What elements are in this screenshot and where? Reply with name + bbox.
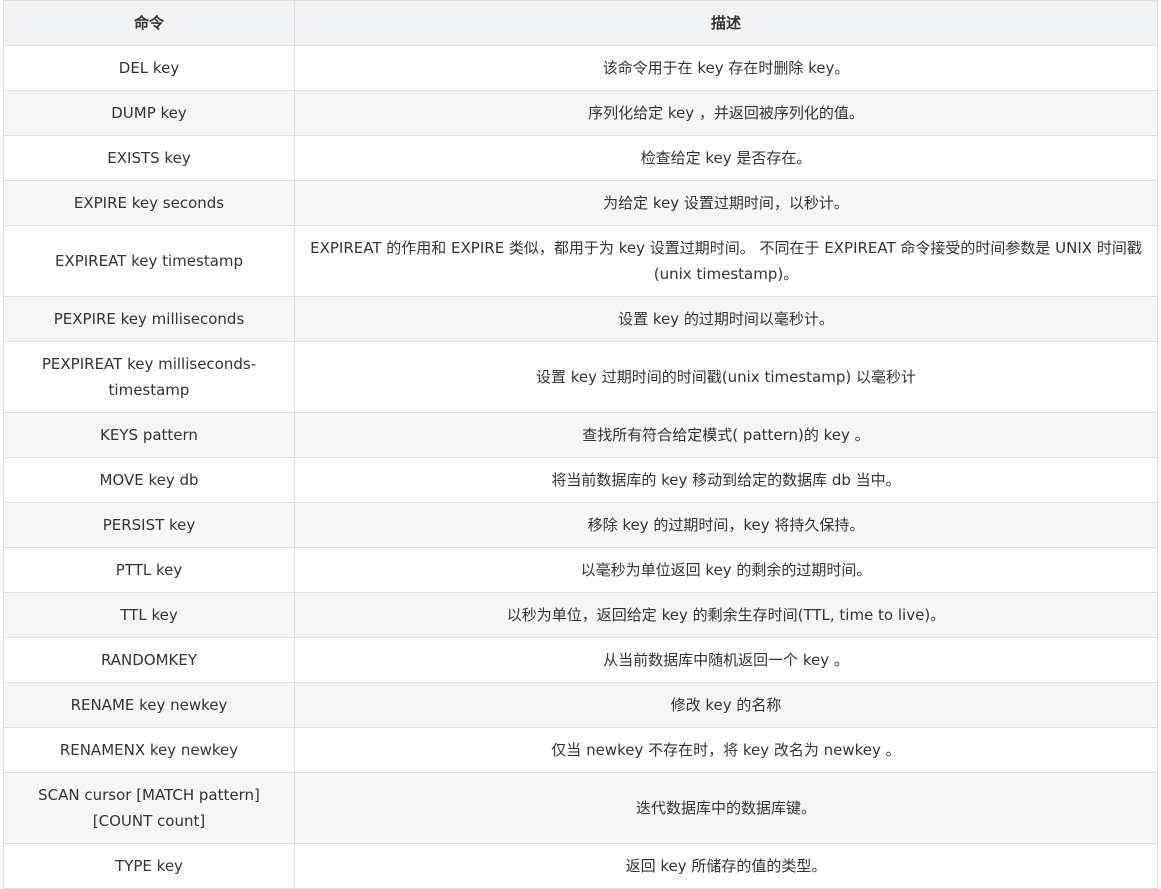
command-cell: PERSIST key	[3, 502, 295, 548]
command-cell: EXPIREAT key timestamp	[3, 225, 295, 297]
description-cell: 将当前数据库的 key 移动到给定的数据库 db 当中。	[294, 457, 1158, 503]
table-row: KEYS pattern 查找所有符合给定模式( pattern)的 key 。	[3, 412, 1158, 458]
description-cell: 序列化给定 key ，并返回被序列化的值。	[294, 90, 1158, 136]
command-cell: PEXPIRE key milliseconds	[3, 296, 295, 342]
table-row: PTTL key 以毫秒为单位返回 key 的剩余的过期时间。	[3, 547, 1158, 593]
command-cell: PEXPIREAT key milliseconds-timestamp	[3, 341, 295, 413]
table-row: DEL key 该命令用于在 key 存在时删除 key。	[3, 45, 1158, 91]
table-row: EXPIRE key seconds 为给定 key 设置过期时间，以秒计。	[3, 180, 1158, 226]
command-cell: DEL key	[3, 45, 295, 91]
description-cell: 为给定 key 设置过期时间，以秒计。	[294, 180, 1158, 226]
table-row: EXPIREAT key timestamp EXPIREAT 的作用和 EXP…	[3, 225, 1158, 297]
description-cell: EXPIREAT 的作用和 EXPIRE 类似，都用于为 key 设置过期时间。…	[294, 225, 1158, 297]
description-cell: 设置 key 过期时间的时间戳(unix timestamp) 以毫秒计	[294, 341, 1158, 413]
description-cell: 查找所有符合给定模式( pattern)的 key 。	[294, 412, 1158, 458]
command-cell: EXPIRE key seconds	[3, 180, 295, 226]
table-row: PEXPIREAT key milliseconds-timestamp 设置 …	[3, 341, 1158, 413]
table-row: RENAME key newkey 修改 key 的名称	[3, 682, 1158, 728]
table-row: DUMP key 序列化给定 key ，并返回被序列化的值。	[3, 90, 1158, 136]
description-cell: 迭代数据库中的数据库键。	[294, 772, 1158, 844]
command-cell: KEYS pattern	[3, 412, 295, 458]
command-cell: PTTL key	[3, 547, 295, 593]
description-cell: 以秒为单位，返回给定 key 的剩余生存时间(TTL, time to live…	[294, 592, 1158, 638]
column-header-command: 命令	[3, 0, 295, 46]
command-cell: TTL key	[3, 592, 295, 638]
command-cell: MOVE key db	[3, 457, 295, 503]
table-row: SCAN cursor [MATCH pattern] [COUNT count…	[3, 772, 1158, 844]
table-header-row: 命令 描述	[3, 0, 1158, 46]
description-cell: 返回 key 所储存的值的类型。	[294, 843, 1158, 889]
table-row: PEXPIRE key milliseconds 设置 key 的过期时间以毫秒…	[3, 296, 1158, 342]
command-cell: DUMP key	[3, 90, 295, 136]
command-cell: RENAME key newkey	[3, 682, 295, 728]
command-cell: TYPE key	[3, 843, 295, 889]
table-row: TTL key 以秒为单位，返回给定 key 的剩余生存时间(TTL, time…	[3, 592, 1158, 638]
column-header-description: 描述	[294, 0, 1158, 46]
description-cell: 设置 key 的过期时间以毫秒计。	[294, 296, 1158, 342]
description-cell: 仅当 newkey 不存在时，将 key 改名为 newkey 。	[294, 727, 1158, 773]
description-cell: 移除 key 的过期时间，key 将持久保持。	[294, 502, 1158, 548]
table-row: RANDOMKEY 从当前数据库中随机返回一个 key 。	[3, 637, 1158, 683]
description-cell: 以毫秒为单位返回 key 的剩余的过期时间。	[294, 547, 1158, 593]
redis-key-commands-table: 命令 描述 DEL key 该命令用于在 key 存在时删除 key。 DUMP…	[3, 0, 1158, 889]
description-cell: 修改 key 的名称	[294, 682, 1158, 728]
command-cell: SCAN cursor [MATCH pattern] [COUNT count…	[3, 772, 295, 844]
table-row: EXISTS key 检查给定 key 是否存在。	[3, 135, 1158, 181]
table-row: RENAMENX key newkey 仅当 newkey 不存在时，将 key…	[3, 727, 1158, 773]
table-row: PERSIST key 移除 key 的过期时间，key 将持久保持。	[3, 502, 1158, 548]
description-cell: 该命令用于在 key 存在时删除 key。	[294, 45, 1158, 91]
command-cell: EXISTS key	[3, 135, 295, 181]
command-cell: RENAMENX key newkey	[3, 727, 295, 773]
description-cell: 从当前数据库中随机返回一个 key 。	[294, 637, 1158, 683]
table-row: MOVE key db 将当前数据库的 key 移动到给定的数据库 db 当中。	[3, 457, 1158, 503]
table-row: TYPE key 返回 key 所储存的值的类型。	[3, 843, 1158, 889]
command-cell: RANDOMKEY	[3, 637, 295, 683]
description-cell: 检查给定 key 是否存在。	[294, 135, 1158, 181]
